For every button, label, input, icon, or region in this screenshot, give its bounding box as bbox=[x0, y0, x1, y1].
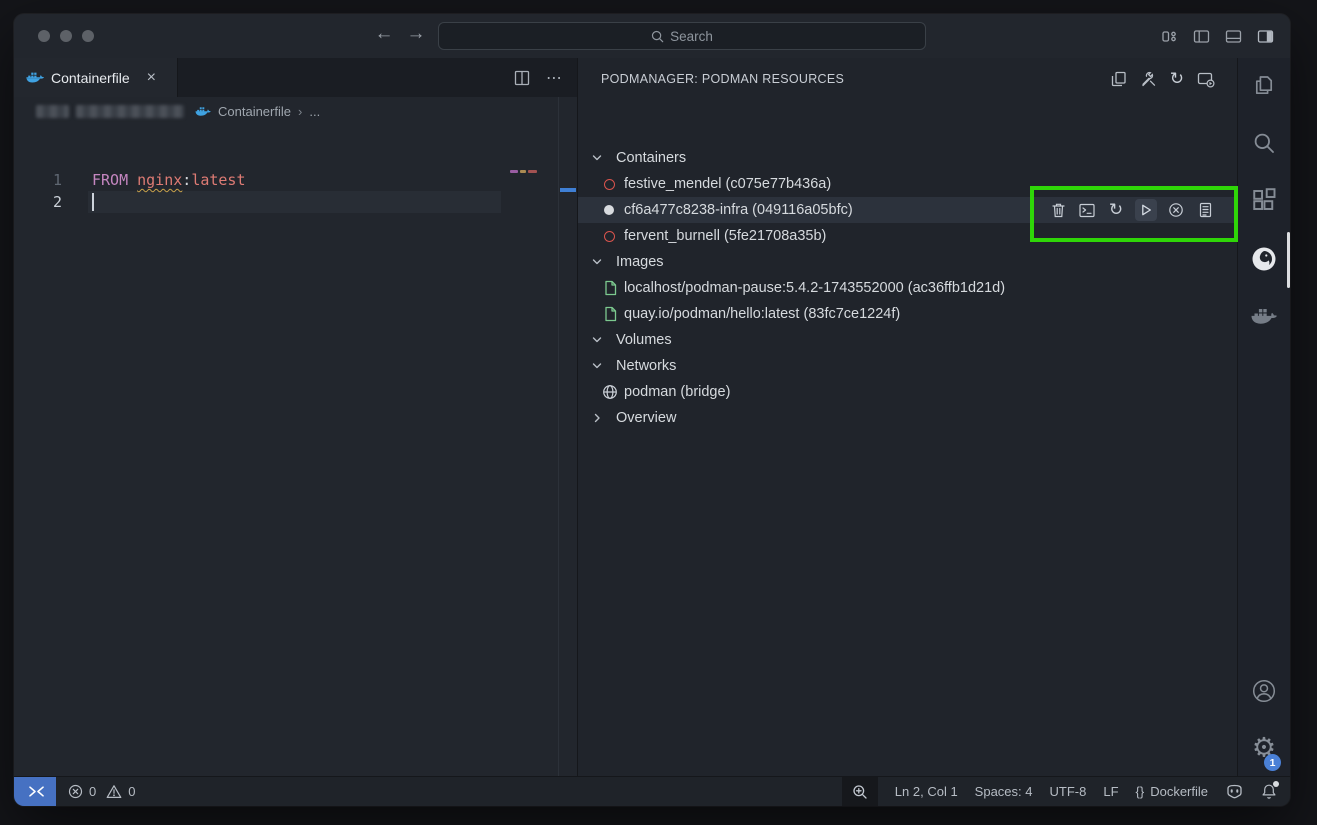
settings-badge: 1 bbox=[1264, 754, 1281, 771]
breadcrumb: Containerfile › ... bbox=[14, 97, 577, 125]
braces-icon: {} bbox=[1136, 784, 1145, 799]
line-number: 1 bbox=[34, 169, 62, 191]
redacted-breadcrumb-item bbox=[36, 105, 69, 118]
tree-section-overview[interactable]: Overview bbox=[578, 405, 1237, 431]
tree-item-network[interactable]: podman (bridge) bbox=[578, 379, 1237, 405]
tree-section-networks[interactable]: Networks bbox=[578, 353, 1237, 379]
encoding[interactable]: UTF-8 bbox=[1050, 784, 1087, 799]
tab-containerfile[interactable]: Containerfile × bbox=[14, 58, 178, 97]
cursor-position[interactable]: Ln 2, Col 1 bbox=[895, 784, 958, 799]
tree-section-containers[interactable]: Containers bbox=[578, 145, 1237, 171]
extensions-icon[interactable] bbox=[1252, 188, 1276, 212]
overview-ruler-cursor bbox=[560, 188, 576, 192]
traffic-light-close-icon[interactable] bbox=[38, 30, 50, 42]
toggle-panel-icon[interactable] bbox=[1222, 25, 1244, 47]
toggle-primary-sidebar-icon[interactable] bbox=[1190, 25, 1212, 47]
copilot-icon[interactable] bbox=[1225, 784, 1244, 799]
editor-scrollbar-divider bbox=[558, 97, 559, 776]
forward-arrow-icon[interactable]: → bbox=[404, 23, 428, 45]
command-center-search[interactable]: Search bbox=[438, 22, 926, 50]
code-line-1: FROMnginx:latest bbox=[92, 169, 246, 191]
minimap-mark bbox=[528, 170, 537, 173]
eol[interactable]: LF bbox=[1103, 784, 1118, 799]
breadcrumb-separator: › bbox=[298, 104, 302, 119]
activity-bar: ⚙ 1 bbox=[1237, 58, 1290, 776]
accounts-icon[interactable] bbox=[1251, 678, 1277, 704]
image-file-icon bbox=[604, 306, 617, 322]
search-icon bbox=[651, 30, 664, 43]
redacted-breadcrumb-item bbox=[76, 105, 184, 118]
zoom-indicator[interactable] bbox=[842, 777, 878, 807]
tree-item-image[interactable]: localhost/podman-pause:5.4.2-1743552000 … bbox=[578, 275, 1237, 301]
refresh-icon[interactable]: ↻ bbox=[1170, 71, 1184, 88]
tree-item-image[interactable]: quay.io/podman/hello:latest (83fc7ce1224… bbox=[578, 301, 1237, 327]
vscode-window: ← → Search bbox=[14, 14, 1290, 806]
notification-dot bbox=[1273, 781, 1279, 787]
run-on-device-icon[interactable] bbox=[1197, 71, 1215, 88]
customize-layout-icon[interactable] bbox=[1158, 25, 1180, 47]
more-actions-icon[interactable]: ⋯ bbox=[546, 68, 563, 88]
split-editor-icon[interactable] bbox=[514, 70, 530, 86]
close-tab-icon[interactable]: × bbox=[147, 70, 156, 86]
text-cursor bbox=[92, 193, 94, 211]
tab-label: Containerfile bbox=[51, 70, 130, 86]
docker-whale-icon bbox=[26, 71, 44, 84]
status-bar: 0 0 Ln 2, Col 1 Spaces: 4 UTF-8 LF {} Do… bbox=[14, 776, 1290, 806]
main-area: Containerfile × ⋯ Containerfile › bbox=[14, 58, 1290, 776]
remote-indicator-button[interactable] bbox=[14, 777, 56, 806]
breadcrumb-symbol-ellipsis[interactable]: ... bbox=[309, 104, 320, 119]
errors-icon[interactable] bbox=[68, 784, 83, 799]
notifications-bell-icon[interactable] bbox=[1261, 783, 1277, 800]
current-line-highlight bbox=[88, 191, 501, 213]
indentation[interactable]: Spaces: 4 bbox=[975, 784, 1033, 799]
container-stopped-icon bbox=[604, 228, 615, 246]
breadcrumb-file[interactable]: Containerfile bbox=[218, 104, 291, 119]
container-running-icon bbox=[604, 202, 614, 219]
image-file-icon bbox=[604, 280, 617, 296]
docker-icon[interactable] bbox=[1251, 307, 1278, 327]
code-editor[interactable]: 1 2 FROMnginx:latest bbox=[14, 125, 577, 776]
warnings-count[interactable]: 0 bbox=[128, 784, 135, 799]
language-mode[interactable]: {} Dockerfile bbox=[1136, 784, 1208, 799]
podman-sidebar: PODMANAGER: PODMAN RESOURCES ↻ bbox=[577, 58, 1237, 776]
globe-icon bbox=[602, 384, 618, 400]
title-bar: ← → Search bbox=[14, 14, 1290, 58]
copy-icon[interactable] bbox=[1111, 71, 1127, 87]
toggle-secondary-sidebar-icon[interactable] bbox=[1254, 25, 1276, 47]
chevron-down-icon bbox=[591, 360, 603, 372]
chevron-down-icon bbox=[591, 334, 603, 346]
explorer-icon[interactable] bbox=[1252, 74, 1276, 98]
panel-title: PODMANAGER: PODMAN RESOURCES bbox=[578, 72, 1111, 86]
chevron-down-icon bbox=[591, 256, 603, 268]
annotation-highlight-box bbox=[1030, 186, 1238, 242]
docker-whale-icon bbox=[195, 106, 211, 117]
panel-header: PODMANAGER: PODMAN RESOURCES ↻ bbox=[578, 58, 1237, 100]
chevron-down-icon bbox=[591, 152, 603, 164]
tree-section-images[interactable]: Images bbox=[578, 249, 1237, 275]
traffic-light-minimize-icon[interactable] bbox=[60, 30, 72, 42]
minimap-mark bbox=[520, 170, 526, 173]
back-arrow-icon[interactable]: ← bbox=[372, 23, 396, 45]
traffic-light-zoom-icon[interactable] bbox=[82, 30, 94, 42]
minimap-mark bbox=[510, 170, 518, 173]
errors-count[interactable]: 0 bbox=[89, 784, 96, 799]
remote-icon bbox=[26, 785, 44, 798]
podman-icon[interactable] bbox=[1251, 246, 1278, 273]
editor-group: Containerfile × ⋯ Containerfile › bbox=[14, 58, 577, 776]
search-icon[interactable] bbox=[1252, 131, 1276, 155]
chevron-right-icon bbox=[591, 412, 603, 424]
warnings-icon[interactable] bbox=[106, 784, 122, 799]
tree-section-volumes[interactable]: Volumes bbox=[578, 327, 1237, 353]
search-placeholder: Search bbox=[670, 29, 713, 44]
tab-bar: Containerfile × ⋯ bbox=[14, 58, 577, 97]
tools-icon[interactable] bbox=[1140, 71, 1157, 88]
container-stopped-icon bbox=[604, 176, 615, 194]
active-view-indicator bbox=[1287, 232, 1291, 288]
line-number-active: 2 bbox=[34, 191, 62, 213]
